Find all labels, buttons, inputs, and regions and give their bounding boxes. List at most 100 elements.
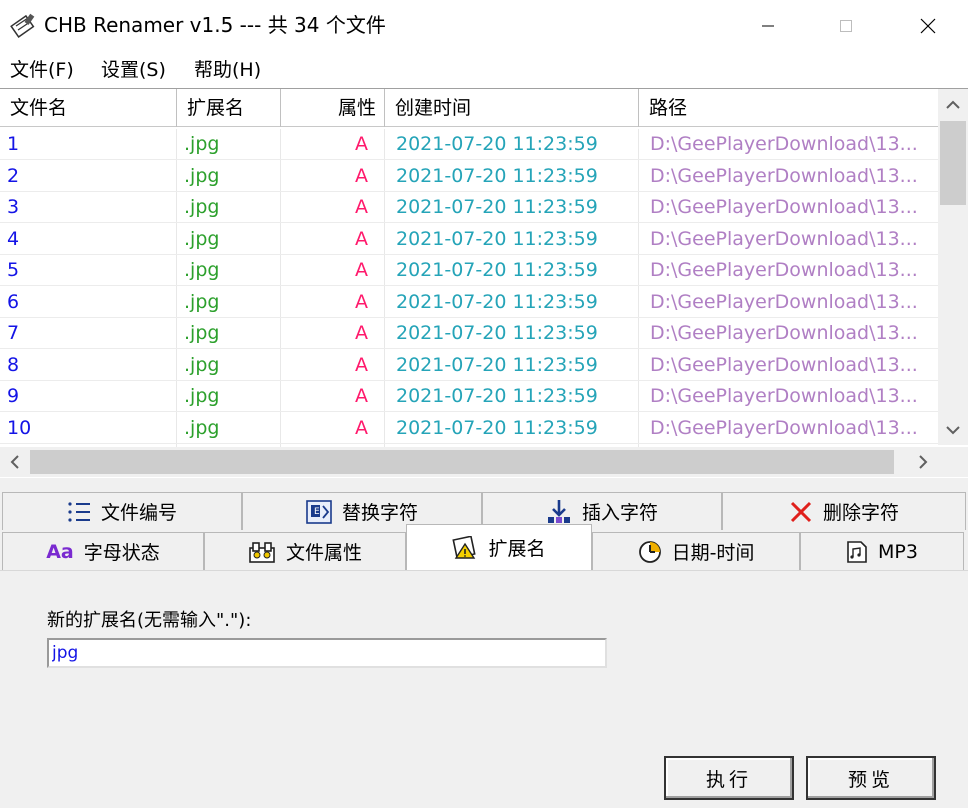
chevron-left-icon	[10, 455, 19, 469]
cell-path: D:\GeePlayerDownload\13...	[650, 416, 918, 439]
cell-attributes: A	[355, 133, 368, 155]
tab-date-time[interactable]: 日期-时间	[592, 532, 800, 570]
tab-label: 删除字符	[822, 502, 899, 524]
scroll-down-button[interactable]	[938, 415, 968, 445]
close-icon	[920, 18, 936, 34]
horizontal-scroll-thumb[interactable]	[30, 450, 894, 474]
scroll-up-button[interactable]	[938, 89, 968, 121]
cell-created-time: 2021-07-20 11:23:59	[396, 353, 598, 376]
scroll-left-button[interactable]	[0, 447, 30, 477]
maximize-icon	[840, 20, 852, 32]
chevron-down-icon	[946, 426, 960, 435]
cell-created-time: 2021-07-20 11:23:59	[396, 322, 598, 344]
scroll-right-button[interactable]	[908, 447, 938, 477]
tab-label: 日期-时间	[671, 542, 755, 564]
cell-extension: .jpg	[184, 259, 220, 281]
tab-extension[interactable]: 扩展名	[406, 524, 592, 570]
cell-created-time: 2021-07-20 11:23:59	[396, 133, 598, 155]
cell-extension: .jpg	[184, 164, 220, 187]
horizontal-scrollbar[interactable]	[0, 447, 938, 477]
numbered-list-icon	[67, 501, 91, 523]
table-row[interactable]: 1 .jpg A 2021-07-20 11:23:59 D:\GeePlaye…	[0, 129, 938, 160]
cell-filename: 1	[7, 133, 20, 155]
tab-file-attributes[interactable]: 文件属性	[204, 532, 406, 570]
table-row[interactable]: 7 .jpg A 2021-07-20 11:23:59 D:\GeePlaye…	[0, 318, 938, 349]
cell-path: D:\GeePlayerDownload\13...	[650, 322, 918, 344]
execute-button[interactable]: 执行	[664, 756, 794, 800]
cell-path: D:\GeePlayerDownload\13...	[650, 133, 918, 155]
insert-icon	[546, 499, 572, 525]
preview-button[interactable]: 预览	[806, 756, 936, 800]
vertical-scrollbar[interactable]	[938, 89, 968, 445]
column-header-created-time[interactable]: 创建时间	[385, 89, 639, 127]
cell-extension: .jpg	[184, 385, 220, 407]
tab-label: 扩展名	[488, 538, 546, 560]
cell-attributes: A	[355, 322, 368, 344]
cell-created-time: 2021-07-20 11:23:59	[396, 196, 598, 218]
tab-letter-case[interactable]: Aa 字母状态	[2, 532, 204, 570]
cell-path: D:\GeePlayerDownload\13...	[650, 164, 918, 187]
maximize-button[interactable]	[816, 0, 876, 52]
svg-text:E: E	[314, 507, 320, 517]
options-panel: 文件编号 E 替换字符 插入字符 删除字符 Aa 字母状态 文件属性 扩展名 日…	[0, 478, 968, 808]
table-row[interactable]: 10 .jpg A 2021-07-20 11:23:59 D:\GeePlay…	[0, 413, 938, 444]
cell-filename: 5	[7, 259, 20, 281]
table-row[interactable]: 6 .jpg A 2021-07-20 11:23:59 D:\GeePlaye…	[0, 287, 938, 318]
table-row[interactable]: 9 .jpg A 2021-07-20 11:23:59 D:\GeePlaye…	[0, 381, 938, 412]
chevron-up-icon	[946, 100, 960, 109]
cell-path: D:\GeePlayerDownload\13...	[650, 385, 918, 407]
list-header: 文件名 扩展名 属性 创建时间 路径	[0, 89, 938, 127]
letter-case-icon: Aa	[46, 540, 74, 563]
table-row[interactable]: 8 .jpg A 2021-07-20 11:23:59 D:\GeePlaye…	[0, 350, 938, 381]
tab-delete-chars[interactable]: 删除字符	[722, 492, 966, 530]
table-row[interactable]: 3 .jpg A 2021-07-20 11:23:59 D:\GeePlaye…	[0, 192, 938, 223]
column-header-attributes[interactable]: 属性	[281, 89, 385, 127]
tab-label: 字母状态	[83, 542, 160, 564]
replace-icon: E	[306, 499, 332, 524]
window-title: CHB Renamer v1.5 --- 共 34 个文件	[44, 13, 386, 37]
column-header-filename[interactable]: 文件名	[0, 89, 177, 127]
cell-extension: .jpg	[184, 322, 220, 344]
app-icon	[10, 12, 36, 38]
column-header-path[interactable]: 路径	[639, 89, 938, 127]
cell-created-time: 2021-07-20 11:23:59	[396, 227, 598, 250]
file-attributes-icon	[248, 540, 276, 564]
menu-file[interactable]: 文件(F)	[10, 56, 74, 84]
cell-filename: 3	[7, 196, 20, 218]
cell-extension: .jpg	[184, 196, 220, 218]
menu-bar: 文件(F) 设置(S) 帮助(H)	[0, 52, 968, 88]
table-row[interactable]: 4 .jpg A 2021-07-20 11:23:59 D:\GeePlaye…	[0, 224, 938, 255]
tab-label: 文件编号	[100, 502, 177, 524]
column-header-extension[interactable]: 扩展名	[177, 89, 281, 127]
minimize-button[interactable]	[738, 0, 798, 52]
close-button[interactable]	[898, 0, 958, 52]
cell-attributes: A	[355, 227, 368, 250]
chevron-right-icon	[919, 455, 928, 469]
tab-label: MP3	[878, 540, 918, 563]
table-row[interactable]: 5 .jpg A 2021-07-20 11:23:59 D:\GeePlaye…	[0, 255, 938, 286]
cell-attributes: A	[355, 290, 368, 313]
tab-file-numbering[interactable]: 文件编号	[2, 492, 242, 530]
tab-mp3[interactable]: MP3	[800, 532, 964, 570]
cell-attributes: A	[355, 259, 368, 281]
new-extension-input[interactable]	[47, 638, 607, 668]
menu-help[interactable]: 帮助(H)	[194, 56, 261, 84]
menu-settings[interactable]: 设置(S)	[101, 56, 166, 84]
vertical-scroll-thumb[interactable]	[940, 121, 966, 205]
cell-filename: 2	[7, 164, 20, 187]
cell-attributes: A	[355, 385, 368, 407]
file-list[interactable]: 文件名 扩展名 属性 创建时间 路径 1 .jpg A 2021-07-20 1…	[0, 88, 968, 478]
cell-extension: .jpg	[184, 227, 220, 250]
cell-created-time: 2021-07-20 11:23:59	[396, 164, 598, 187]
minimize-icon	[762, 25, 774, 27]
cell-filename: 6	[7, 290, 20, 313]
new-extension-label: 新的扩展名(无需输入"."):	[47, 610, 252, 631]
cell-attributes: A	[355, 164, 368, 187]
table-row[interactable]: 2 .jpg A 2021-07-20 11:23:59 D:\GeePlaye…	[0, 161, 938, 192]
cell-path: D:\GeePlayerDownload\13...	[650, 196, 918, 218]
cell-path: D:\GeePlayerDownload\13...	[650, 353, 918, 376]
extension-icon	[452, 535, 478, 560]
cell-extension: .jpg	[184, 353, 220, 376]
cell-created-time: 2021-07-20 11:23:59	[396, 259, 598, 281]
cell-attributes: A	[355, 353, 368, 376]
